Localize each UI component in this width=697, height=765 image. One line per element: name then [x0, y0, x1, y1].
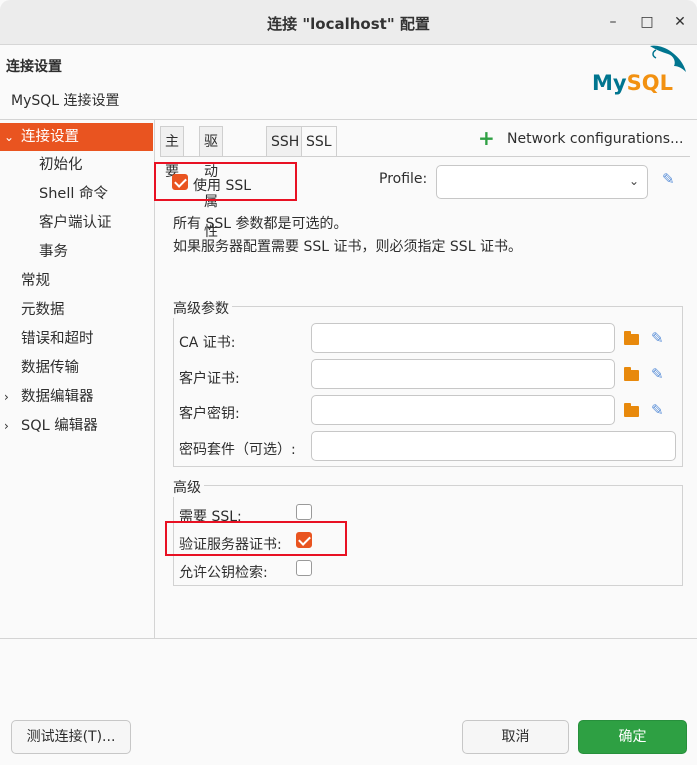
- cipher-suites-label: 密码套件（可选）:: [179, 442, 296, 458]
- sidebar-item-init[interactable]: 初始化: [39, 151, 83, 179]
- sidebar-item-metadata[interactable]: 元数据: [21, 296, 65, 324]
- advanced-params-legend: 高级参数: [173, 298, 232, 318]
- tab-underline: [160, 156, 690, 157]
- profile-label: Profile:: [379, 171, 428, 187]
- tab-ssl[interactable]: SSL: [301, 126, 337, 157]
- edit-profile-icon[interactable]: ✎: [662, 170, 675, 188]
- chevron-right-icon: ›: [4, 390, 9, 404]
- sidebar-item-label: 事务: [39, 244, 68, 260]
- minimize-button[interactable]: –: [603, 12, 623, 32]
- edit-icon[interactable]: ✎: [651, 365, 664, 383]
- chevron-right-icon: ›: [4, 419, 9, 433]
- client-cert-label: 客户证书:: [179, 371, 240, 387]
- sidebar-item-sql-editor[interactable]: › SQL 编辑器: [0, 412, 153, 440]
- ssl-info-line-2: 如果服务器配置需要 SSL 证书，则必须指定 SSL 证书。: [173, 239, 522, 255]
- edit-icon[interactable]: ✎: [651, 329, 664, 347]
- footer-divider: [0, 638, 697, 639]
- header-subtitle: MySQL 连接设置: [11, 93, 120, 109]
- chevron-down-icon: ⌄: [628, 174, 639, 188]
- ca-cert-input[interactable]: [311, 323, 615, 353]
- chevron-down-icon: ⌄: [4, 130, 15, 144]
- folder-icon[interactable]: [624, 367, 639, 381]
- folder-icon[interactable]: [624, 403, 639, 417]
- profile-select[interactable]: ⌄: [436, 165, 648, 199]
- sidebar-item-label: 常规: [21, 273, 50, 289]
- maximize-button[interactable]: □: [637, 12, 657, 32]
- highlight-box-use-ssl: [154, 162, 297, 201]
- title-bar: 连接 "localhost" 配置 – □ ✕: [0, 0, 697, 45]
- highlight-box-verify-cert: [165, 521, 347, 556]
- sidebar-item-label: 元数据: [21, 302, 65, 318]
- sidebar-item-label: 数据编辑器: [21, 389, 94, 405]
- sidebar-item-label: 连接设置: [21, 129, 79, 145]
- sidebar-item-label: 错误和超时: [21, 331, 94, 347]
- cancel-button[interactable]: 取消: [462, 720, 569, 754]
- sidebar-item-connection-settings[interactable]: ⌄ 连接设置: [0, 123, 153, 151]
- header-title: 连接设置: [6, 59, 62, 75]
- sidebar-item-transactions[interactable]: 事务: [39, 238, 68, 266]
- sidebar-item-label: 初始化: [39, 157, 83, 173]
- sidebar-item-general[interactable]: 常规: [21, 267, 50, 295]
- sidebar-item-errors-timeouts[interactable]: 错误和超时: [21, 325, 94, 353]
- require-ssl-checkbox[interactable]: [296, 504, 312, 520]
- sidebar-item-label: 客户端认证: [39, 215, 112, 231]
- sidebar-item-data-transfer[interactable]: 数据传输: [21, 354, 79, 382]
- allow-public-key-checkbox[interactable]: [296, 560, 312, 576]
- logo-text: MySQL: [592, 71, 673, 95]
- cipher-suites-input[interactable]: [311, 431, 676, 461]
- tab-driver-properties[interactable]: 驱动属性: [199, 126, 223, 240]
- ssl-info-line-1: 所有 SSL 参数都是可选的。: [173, 216, 348, 232]
- edit-icon[interactable]: ✎: [651, 401, 664, 419]
- client-cert-input[interactable]: [311, 359, 615, 389]
- allow-public-key-label: 允许公钥检索:: [179, 565, 268, 581]
- close-button[interactable]: ✕: [670, 12, 690, 32]
- folder-icon[interactable]: [624, 331, 639, 345]
- network-configurations-label: Network configurations...: [507, 131, 684, 147]
- sidebar-item-shell-commands[interactable]: Shell 命令: [39, 180, 108, 208]
- settings-sidebar: ⌄ 连接设置 初始化 Shell 命令 客户端认证 事务 常规 元数据 错误和超…: [0, 120, 155, 638]
- plus-icon: +: [478, 126, 495, 150]
- ok-button[interactable]: 确定: [578, 720, 687, 754]
- sidebar-item-client-auth[interactable]: 客户端认证: [39, 209, 112, 237]
- sidebar-item-label: Shell 命令: [39, 186, 108, 202]
- ca-cert-label: CA 证书:: [179, 335, 236, 351]
- mysql-logo: MySQL: [592, 45, 686, 95]
- window-title: 连接 "localhost" 配置: [267, 15, 430, 33]
- client-key-input[interactable]: [311, 395, 615, 425]
- test-connection-button[interactable]: 测试连接(T)...: [11, 720, 131, 754]
- sidebar-item-label: 数据传输: [21, 360, 79, 376]
- tab-ssh[interactable]: SSH: [266, 126, 305, 157]
- sidebar-item-data-editor[interactable]: › 数据编辑器: [0, 383, 153, 411]
- tab-main[interactable]: 主要: [160, 126, 184, 180]
- sidebar-item-label: SQL 编辑器: [21, 418, 98, 434]
- advanced-legend: 高级: [173, 477, 204, 497]
- client-key-label: 客户密钥:: [179, 406, 240, 422]
